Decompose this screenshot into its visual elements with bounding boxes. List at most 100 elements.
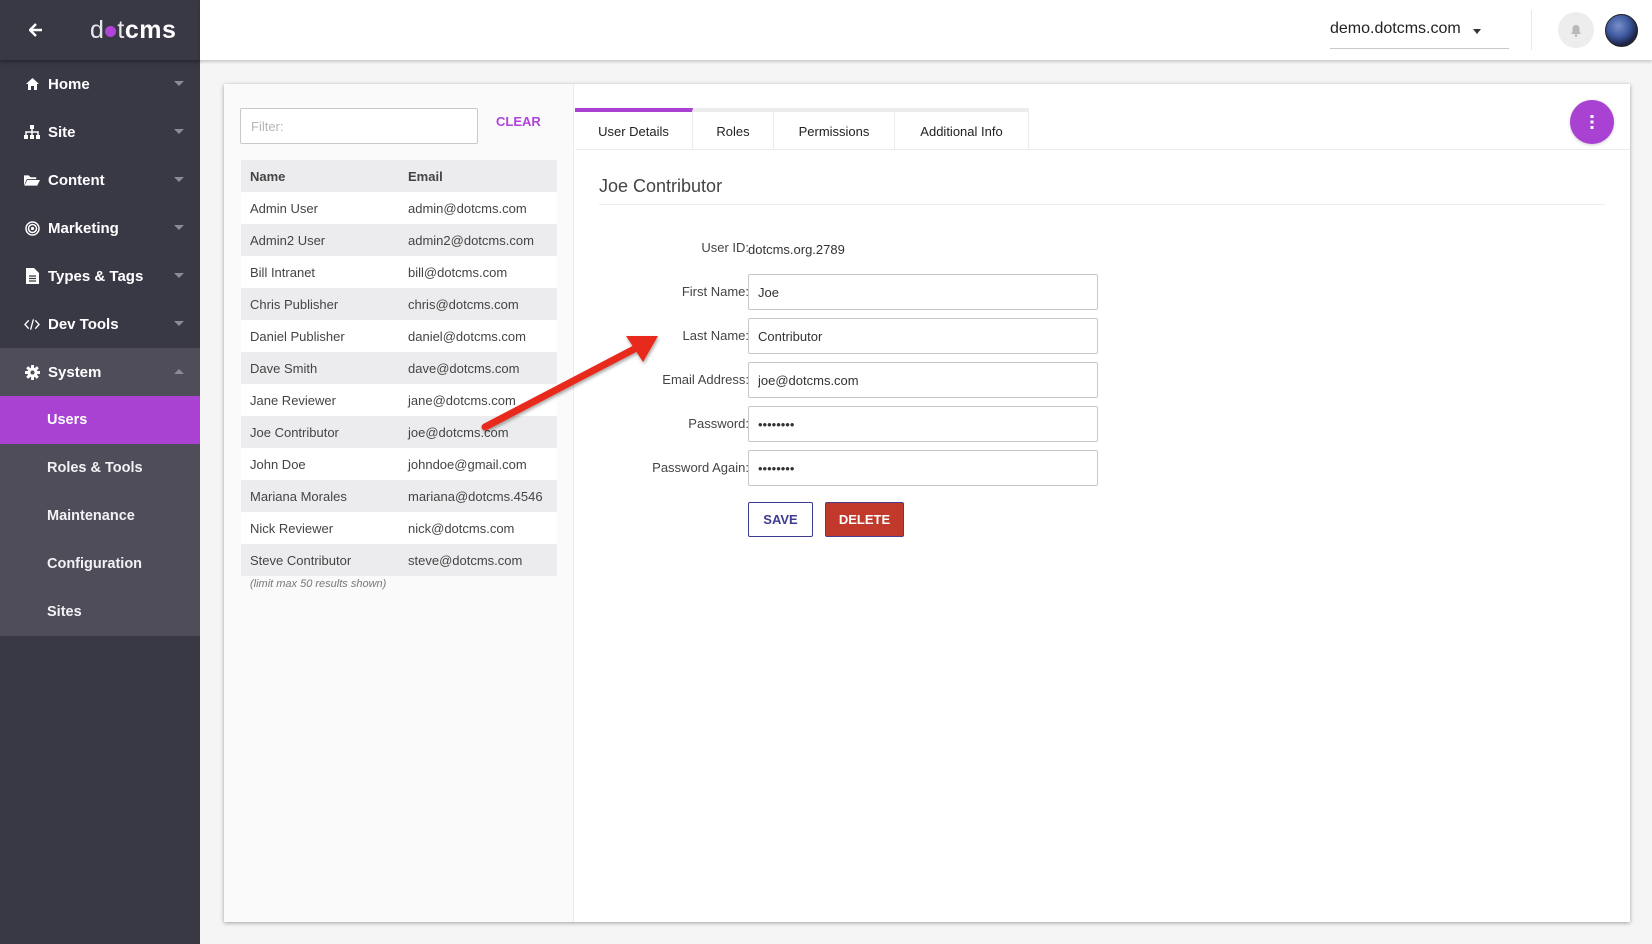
sidebar-item-label: Dev Tools: [48, 315, 119, 333]
bell-icon: [1571, 24, 1581, 37]
sitemap-icon: [24, 124, 40, 140]
user-email-cell: mariana@dotcms.4546: [399, 480, 557, 512]
sidebar-subitem-configuration[interactable]: Configuration: [0, 540, 200, 588]
table-row[interactable]: Bill Intranet bill@dotcms.com: [241, 256, 557, 288]
user-name-cell: Joe Contributor: [241, 416, 399, 448]
sidebar-subitem-maintenance[interactable]: Maintenance: [0, 492, 200, 540]
sidebar-item-home[interactable]: Home: [0, 60, 200, 108]
user-id-value: dotcms.org.2789: [748, 242, 845, 257]
system-submenu: Users Roles & Tools Maintenance Configur…: [0, 396, 200, 636]
column-header-email[interactable]: Email: [399, 160, 557, 192]
table-row[interactable]: Steve Contributor steve@dotcms.com: [241, 544, 557, 576]
detail-tabs: User Details Roles Permissions Additiona…: [575, 108, 1029, 150]
home-icon: [24, 76, 40, 92]
bullseye-icon: [24, 220, 40, 236]
save-button[interactable]: SAVE: [748, 502, 813, 537]
filter-input[interactable]: [240, 108, 478, 144]
sidebar-item-types-tags[interactable]: Types & Tags: [0, 252, 200, 300]
table-row[interactable]: Daniel Publisher daniel@dotcms.com: [241, 320, 557, 352]
email-field[interactable]: [748, 362, 1098, 398]
users-panel: CLEAR Name Email Admin Useradmin@dotcms.…: [224, 84, 1630, 922]
limit-note: (limit max 50 results shown): [250, 578, 387, 590]
tab-additional-info[interactable]: Additional Info: [895, 108, 1029, 150]
email-label: Email Address:: [662, 372, 749, 387]
user-list-pane: CLEAR Name Email Admin Useradmin@dotcms.…: [224, 84, 574, 922]
header-divider: [1531, 10, 1532, 50]
tab-user-details[interactable]: User Details: [575, 108, 693, 150]
password-again-field[interactable]: [748, 450, 1098, 486]
more-vertical-icon: [1590, 115, 1594, 129]
table-row[interactable]: Admin2 User admin2@dotcms.com: [241, 224, 557, 256]
user-name-cell: Admin2 User: [241, 224, 399, 256]
sidebar-item-dev-tools[interactable]: Dev Tools: [0, 300, 200, 348]
back-button[interactable]: [26, 20, 46, 40]
tab-roles[interactable]: Roles: [693, 108, 774, 150]
chevron-down-icon: [174, 273, 184, 278]
user-name-cell: Nick Reviewer: [241, 512, 399, 544]
sidebar-item-label: Types & Tags: [48, 267, 144, 285]
sidebar-item-site[interactable]: Site: [0, 108, 200, 156]
password-again-row: Password Again:: [575, 450, 1135, 486]
table-row[interactable]: Admin User admin@dotcms.com: [241, 192, 557, 224]
sidebar-item-content[interactable]: Content: [0, 156, 200, 204]
clear-button[interactable]: CLEAR: [492, 114, 545, 129]
table-row[interactable]: Mariana Morales mariana@dotcms.4546: [241, 480, 557, 512]
table-row[interactable]: Chris Publisher chris@dotcms.com: [241, 288, 557, 320]
delete-button[interactable]: DELETE: [825, 502, 904, 537]
sidebar-item-label: System: [48, 363, 102, 381]
password-again-label: Password Again:: [652, 460, 749, 475]
table-row[interactable]: John Doe johndoe@gmail.com: [241, 448, 557, 480]
user-email-cell: nick@dotcms.com: [399, 512, 557, 544]
user-name-cell: Chris Publisher: [241, 288, 399, 320]
chevron-down-icon: [1473, 29, 1481, 34]
chevron-up-icon: [174, 369, 184, 374]
first-name-label: First Name:: [681, 284, 749, 299]
sidebar-item-marketing[interactable]: Marketing: [0, 204, 200, 252]
table-row[interactable]: Nick Reviewer nick@dotcms.com: [241, 512, 557, 544]
column-header-name[interactable]: Name: [241, 160, 399, 192]
tab-permissions[interactable]: Permissions: [774, 108, 895, 150]
user-email-cell: admin2@dotcms.com: [399, 224, 557, 256]
sidebar-subitem-sites[interactable]: Sites: [0, 588, 200, 636]
site-selector[interactable]: demo.dotcms.com: [1330, 16, 1509, 49]
user-name-cell: John Doe: [241, 448, 399, 480]
user-email-cell: joe@dotcms.com: [399, 416, 557, 448]
user-name-cell: Daniel Publisher: [241, 320, 399, 352]
first-name-row: First Name:: [575, 274, 1135, 310]
sidebar: d tcms Home Site Content Marketing Types …: [0, 0, 200, 944]
first-name-field[interactable]: [748, 274, 1098, 310]
notifications-button[interactable]: [1558, 12, 1594, 48]
sidebar-item-label: Content: [48, 171, 105, 189]
user-email-cell: daniel@dotcms.com: [399, 320, 557, 352]
user-name-cell: Bill Intranet: [241, 256, 399, 288]
user-email-cell: admin@dotcms.com: [399, 192, 557, 224]
last-name-row: Last Name:: [575, 318, 1135, 354]
users-table: Name Email Admin User admin@dotcms.com Adm…: [241, 160, 557, 576]
file-text-icon: [24, 268, 40, 284]
table-row[interactable]: Joe Contributor joe@dotcms.com: [241, 416, 557, 448]
table-header-row: Name Email: [241, 160, 557, 192]
sidebar-subitem-roles-tools[interactable]: Roles & Tools: [0, 444, 200, 492]
title-divider: [599, 204, 1605, 205]
user-name-cell: Jane Reviewer: [241, 384, 399, 416]
more-actions-button[interactable]: [1570, 100, 1614, 144]
user-id-label: User ID:: [701, 240, 749, 255]
last-name-field[interactable]: [748, 318, 1098, 354]
sidebar-item-label: Marketing: [48, 219, 119, 237]
gear-icon: [24, 364, 40, 380]
user-email-cell: jane@dotcms.com: [399, 384, 557, 416]
top-bar: demo.dotcms.com: [200, 0, 1652, 60]
table-row[interactable]: Dave Smith dave@dotcms.com: [241, 352, 557, 384]
email-row: Email Address:: [575, 362, 1135, 398]
sidebar-subitem-users[interactable]: Users: [0, 396, 200, 444]
folder-open-icon: [24, 172, 40, 188]
user-avatar[interactable]: [1605, 14, 1638, 47]
sidebar-item-label: Site: [48, 123, 76, 141]
user-name-cell: Admin User: [241, 192, 399, 224]
sidebar-item-system[interactable]: System: [0, 348, 200, 396]
password-label: Password:: [688, 416, 749, 431]
table-row[interactable]: Jane Reviewer jane@dotcms.com: [241, 384, 557, 416]
user-name-cell: Mariana Morales: [241, 480, 399, 512]
user-id-row: User ID: dotcms.org.2789: [575, 230, 1135, 266]
password-field[interactable]: [748, 406, 1098, 442]
